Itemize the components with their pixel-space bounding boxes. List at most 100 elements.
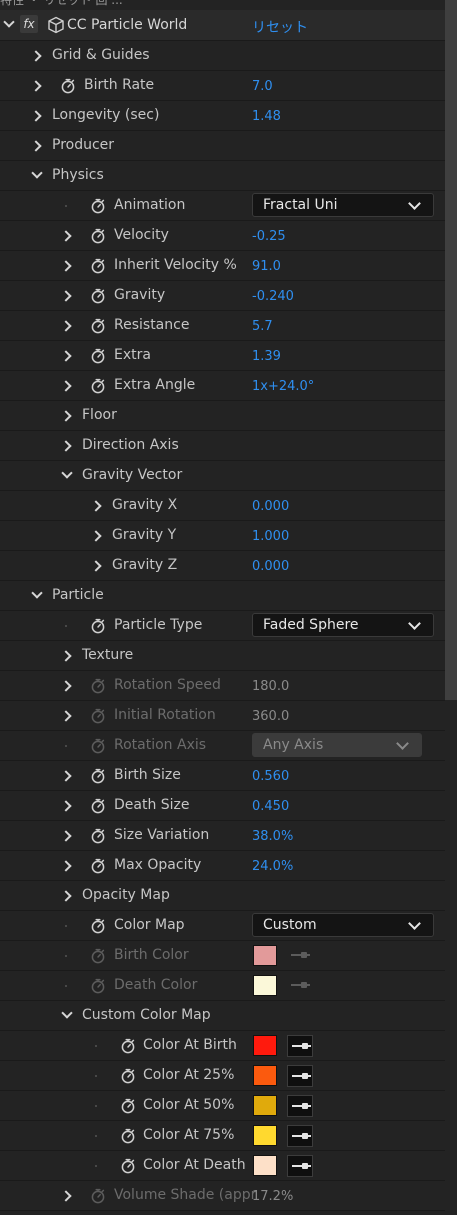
- twirl-closed-icon[interactable]: [60, 401, 74, 430]
- row-death-size[interactable]: Death Size 0.450: [0, 791, 457, 821]
- stopwatch-icon[interactable]: [90, 917, 106, 934]
- stopwatch-icon[interactable]: [90, 827, 106, 844]
- property-value[interactable]: 1.000: [252, 529, 289, 544]
- property-value[interactable]: -0.25: [252, 229, 286, 244]
- property-value[interactable]: 5.7: [252, 319, 273, 334]
- property-value[interactable]: 0.000: [252, 499, 289, 514]
- row-extra-angle[interactable]: Extra Angle 1x+24.0°: [0, 371, 457, 401]
- property-value[interactable]: 0.000: [252, 559, 289, 574]
- twirl-closed-icon[interactable]: [60, 821, 74, 850]
- stopwatch-icon[interactable]: [60, 77, 76, 94]
- row-color-at-death[interactable]: Color At Death: [0, 1151, 457, 1181]
- stopwatch-icon[interactable]: [90, 197, 106, 214]
- eyedropper-icon[interactable]: [287, 1125, 313, 1147]
- stopwatch-icon[interactable]: [90, 317, 106, 334]
- twirl-closed-icon[interactable]: [90, 551, 104, 580]
- stopwatch-icon[interactable]: [120, 1097, 136, 1114]
- row-gravity[interactable]: Gravity -0.240: [0, 281, 457, 311]
- property-value[interactable]: 7.0: [252, 79, 273, 94]
- twirl-open-icon[interactable]: [60, 1001, 74, 1030]
- twirl-closed-icon[interactable]: [60, 431, 74, 460]
- dropdown-select[interactable]: Fractal Uni: [252, 193, 434, 217]
- property-value[interactable]: 91.0: [252, 259, 281, 274]
- twirl-closed-icon[interactable]: [30, 131, 44, 160]
- twirl-closed-icon[interactable]: [30, 71, 44, 100]
- stopwatch-icon[interactable]: [120, 1127, 136, 1144]
- twirl-closed-icon[interactable]: [60, 371, 74, 400]
- row-physics[interactable]: Physics: [0, 161, 457, 191]
- property-value[interactable]: 1x+24.0°: [252, 379, 314, 394]
- stopwatch-icon[interactable]: [90, 857, 106, 874]
- twirl-closed-icon[interactable]: [60, 1181, 74, 1210]
- property-value[interactable]: 1.48: [252, 109, 281, 124]
- twirl-closed-icon[interactable]: [60, 311, 74, 340]
- stopwatch-icon[interactable]: [90, 377, 106, 394]
- row-color-at-25[interactable]: Color At 25%: [0, 1061, 457, 1091]
- row-color-at-birth[interactable]: Color At Birth: [0, 1031, 457, 1061]
- row-producer[interactable]: Producer: [0, 131, 457, 161]
- row-animation[interactable]: Animation Fractal Uni: [0, 191, 457, 221]
- row-volume-shade[interactable]: Volume Shade (appr 17.2%: [0, 1181, 457, 1211]
- property-value[interactable]: 38.0%: [252, 829, 293, 844]
- fx-toggle-icon[interactable]: fx: [20, 15, 38, 33]
- stopwatch-icon[interactable]: [90, 257, 106, 274]
- eyedropper-icon[interactable]: [287, 1155, 313, 1177]
- twirl-closed-icon[interactable]: [60, 701, 74, 730]
- property-value[interactable]: 0.450: [252, 799, 289, 814]
- dropdown-select[interactable]: Faded Sphere: [252, 613, 434, 637]
- twirl-open-icon[interactable]: [30, 161, 44, 190]
- color-swatch[interactable]: [253, 1095, 277, 1116]
- twirl-closed-icon[interactable]: [60, 671, 74, 700]
- property-value[interactable]: 0.560: [252, 769, 289, 784]
- scrollbar-thumb[interactable]: [445, 0, 457, 700]
- row-birth-color[interactable]: Birth Color: [0, 941, 457, 971]
- stopwatch-icon[interactable]: [120, 1157, 136, 1174]
- row-particle[interactable]: Particle: [0, 581, 457, 611]
- twirl-closed-icon[interactable]: [30, 101, 44, 130]
- row-gravity-vector[interactable]: Gravity Vector: [0, 461, 457, 491]
- twirl-closed-icon[interactable]: [60, 761, 74, 790]
- effect-twirl-open[interactable]: [2, 10, 16, 39]
- row-birth-rate[interactable]: Birth Rate 7.0: [0, 71, 457, 101]
- color-swatch[interactable]: [253, 1125, 277, 1146]
- twirl-closed-icon[interactable]: [60, 221, 74, 250]
- reset-link[interactable]: リセット: [252, 17, 308, 37]
- stopwatch-icon[interactable]: [120, 1037, 136, 1054]
- stopwatch-icon[interactable]: [90, 227, 106, 244]
- twirl-closed-icon[interactable]: [60, 281, 74, 310]
- twirl-closed-icon[interactable]: [60, 791, 74, 820]
- scrollbar-track[interactable]: [445, 700, 457, 1215]
- row-floor[interactable]: Floor: [0, 401, 457, 431]
- row-grid-guides[interactable]: Grid & Guides: [0, 41, 457, 71]
- row-gravity-y[interactable]: Gravity Y 1.000: [0, 521, 457, 551]
- row-direction-axis[interactable]: Direction Axis: [0, 431, 457, 461]
- property-value[interactable]: 1.39: [252, 349, 281, 364]
- row-texture[interactable]: Texture: [0, 641, 457, 671]
- row-gravity-x[interactable]: Gravity X 0.000: [0, 491, 457, 521]
- row-rotation-axis[interactable]: Rotation Axis Any Axis: [0, 731, 457, 761]
- row-color-at-50[interactable]: Color At 50%: [0, 1091, 457, 1121]
- stopwatch-icon[interactable]: [120, 1067, 136, 1084]
- twirl-open-icon[interactable]: [60, 461, 74, 490]
- row-velocity[interactable]: Velocity -0.25: [0, 221, 457, 251]
- dropdown-select[interactable]: Custom: [252, 913, 434, 937]
- row-color-at-75[interactable]: Color At 75%: [0, 1121, 457, 1151]
- twirl-closed-icon[interactable]: [60, 881, 74, 910]
- eyedropper-icon[interactable]: [287, 1035, 313, 1057]
- twirl-closed-icon[interactable]: [60, 851, 74, 880]
- property-value[interactable]: -0.240: [252, 289, 294, 304]
- stopwatch-icon[interactable]: [90, 617, 106, 634]
- row-extra[interactable]: Extra 1.39: [0, 341, 457, 371]
- twirl-open-icon[interactable]: [30, 581, 44, 610]
- property-value[interactable]: 24.0%: [252, 859, 293, 874]
- row-gravity-z[interactable]: Gravity Z 0.000: [0, 551, 457, 581]
- row-max-opacity[interactable]: Max Opacity 24.0%: [0, 851, 457, 881]
- row-death-color[interactable]: Death Color: [0, 971, 457, 1001]
- stopwatch-icon[interactable]: [90, 797, 106, 814]
- stopwatch-icon[interactable]: [90, 287, 106, 304]
- color-swatch[interactable]: [253, 1035, 277, 1056]
- twirl-closed-icon[interactable]: [30, 41, 44, 70]
- color-swatch[interactable]: [253, 1065, 277, 1086]
- row-birth-size[interactable]: Birth Size 0.560: [0, 761, 457, 791]
- row-initial-rotation[interactable]: Initial Rotation 360.0: [0, 701, 457, 731]
